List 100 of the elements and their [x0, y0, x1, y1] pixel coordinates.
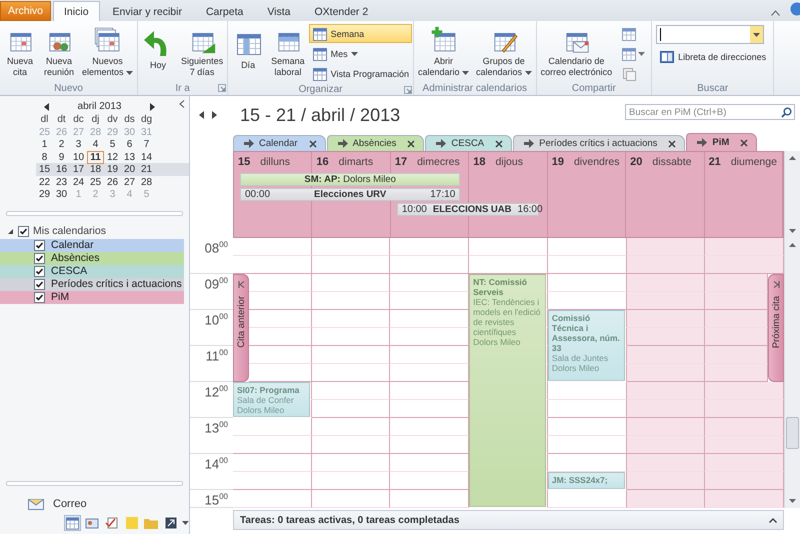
scrollbar[interactable] — [784, 151, 800, 238]
time-slot[interactable] — [705, 436, 784, 454]
arrow-icon[interactable] — [436, 139, 446, 148]
checkbox[interactable] — [34, 278, 45, 290]
calendar-week[interactable]: 1 2 3 4 5 6 7 — [36, 138, 189, 150]
arrow-icon[interactable] — [338, 139, 348, 148]
time-slot[interactable] — [548, 454, 627, 472]
calendar-tab[interactable]: Calendar — [233, 135, 326, 151]
time-slot[interactable] — [312, 490, 390, 508]
time-slot[interactable] — [626, 238, 706, 256]
time-slot[interactable] — [312, 346, 390, 364]
time-slot[interactable] — [312, 274, 390, 292]
ribbon-button[interactable]: Grupos de calendarios — [473, 23, 535, 81]
time-slot[interactable] — [705, 364, 768, 382]
scrollbar[interactable] — [784, 238, 800, 508]
time-slot[interactable] — [390, 238, 470, 256]
caret-up-icon[interactable] — [769, 518, 777, 522]
time-slot[interactable] — [626, 346, 706, 364]
time-slot[interactable] — [626, 490, 706, 508]
time-slot[interactable] — [233, 436, 312, 454]
calendar-day[interactable]: 18 — [87, 163, 104, 176]
calendar-day[interactable]: 30 — [53, 188, 70, 201]
time-slot[interactable] — [312, 292, 390, 310]
calendar-day[interactable]: 4 — [87, 138, 104, 151]
time-slot[interactable] — [626, 382, 706, 400]
checkbox[interactable] — [34, 292, 45, 302]
scroll-down-icon[interactable] — [789, 229, 796, 233]
calendar-item[interactable]: Calendar — [0, 238, 184, 252]
calendar-day[interactable]: 2 — [53, 138, 70, 151]
time-slot[interactable] — [390, 382, 470, 400]
calendar-week[interactable]: 22 23 24 25 26 27 28 — [36, 176, 189, 188]
nav-button[interactable] — [64, 515, 81, 531]
time-slot[interactable] — [705, 274, 768, 292]
time-slot[interactable] — [390, 472, 470, 490]
time-slot[interactable] — [705, 238, 784, 256]
calendar-day[interactable]: 26 — [104, 176, 121, 188]
nav-button[interactable] — [104, 515, 120, 531]
time-slot[interactable] — [249, 346, 312, 364]
ribbon-tab[interactable]: Vista — [256, 2, 302, 21]
time-slot[interactable] — [233, 418, 312, 436]
search-icon[interactable] — [781, 107, 792, 118]
time-slot[interactable] — [390, 274, 470, 292]
time-slot[interactable] — [626, 364, 706, 382]
time-slot[interactable] — [548, 418, 627, 436]
time-slot[interactable] — [233, 472, 312, 490]
previous-week-icon[interactable] — [199, 111, 204, 119]
ribbon-button[interactable]: Día — [229, 23, 268, 81]
ribbon-button[interactable]: Calendario de correo electrónico — [538, 23, 616, 81]
scroll-thumb[interactable] — [786, 417, 799, 449]
previous-appointment-tab[interactable]: Cita anterior — [233, 274, 249, 382]
ribbon-button[interactable]: Hoy — [139, 23, 178, 81]
ribbon-tab[interactable]: Inicio — [53, 1, 100, 21]
time-slot[interactable] — [390, 364, 470, 382]
time-slot[interactable] — [626, 436, 706, 454]
ribbon-button[interactable]: Semana — [308, 24, 412, 43]
ribbon-tab[interactable]: Carpeta — [194, 2, 254, 21]
tasks-bar[interactable]: Tareas: 0 tareas activas, 0 tareas completadas — [233, 510, 784, 530]
calendar-day[interactable]: 14 — [138, 150, 155, 164]
time-slot[interactable] — [312, 310, 390, 328]
calendar-day[interactable]: 23 — [53, 176, 70, 188]
calendar-week[interactable]: 15 16 17 18 19 20 21 — [36, 163, 189, 176]
close-icon[interactable] — [668, 140, 676, 148]
time-slot[interactable] — [548, 292, 627, 310]
time-slot[interactable] — [312, 328, 390, 346]
close-icon[interactable] — [407, 140, 416, 148]
time-slot[interactable] — [626, 328, 706, 346]
time-slot[interactable] — [390, 346, 470, 364]
time-slot[interactable] — [390, 256, 470, 274]
time-slot[interactable] — [312, 436, 390, 454]
time-slot[interactable] — [312, 238, 390, 256]
time-slot[interactable] — [233, 238, 312, 256]
ribbon-button[interactable]: Mes — [308, 44, 412, 63]
time-slot[interactable] — [312, 400, 390, 418]
time-slot[interactable] — [705, 256, 784, 274]
collapse-pane-icon[interactable] — [179, 100, 185, 108]
calendar-day[interactable]: 9 — [53, 150, 70, 164]
time-slot[interactable] — [705, 328, 768, 346]
time-slot[interactable] — [249, 364, 312, 382]
calendar-day[interactable]: 27 — [121, 176, 138, 188]
close-icon[interactable] — [740, 138, 748, 146]
time-slot[interactable] — [705, 454, 784, 472]
checkbox[interactable] — [34, 266, 45, 276]
expand-icon[interactable] — [7, 228, 14, 234]
dialog-launcher-icon[interactable] — [404, 86, 412, 94]
arrow-icon[interactable] — [697, 138, 708, 147]
ribbon-button[interactable]: Nueva cita — [1, 23, 39, 81]
time-slot[interactable] — [469, 238, 548, 256]
time-slot[interactable] — [233, 256, 312, 274]
time-slot[interactable] — [390, 292, 470, 310]
scroll-up-icon[interactable] — [789, 243, 796, 247]
people-search-field[interactable] — [656, 25, 764, 44]
calendar-day[interactable]: 8 — [36, 150, 53, 164]
calendar-day[interactable]: 5 — [104, 138, 121, 151]
time-slot[interactable] — [626, 400, 706, 418]
ribbon-tab[interactable]: OXtender 2 — [303, 2, 380, 21]
time-slot[interactable] — [390, 490, 470, 508]
ribbon-button[interactable]: Nuevos elementos — [79, 23, 136, 81]
next-week-icon[interactable] — [212, 111, 217, 119]
multi-day-event[interactable]: 00:00 Elecciones URV 17:10 — [240, 188, 460, 201]
calendar-day[interactable]: 24 — [70, 176, 87, 188]
